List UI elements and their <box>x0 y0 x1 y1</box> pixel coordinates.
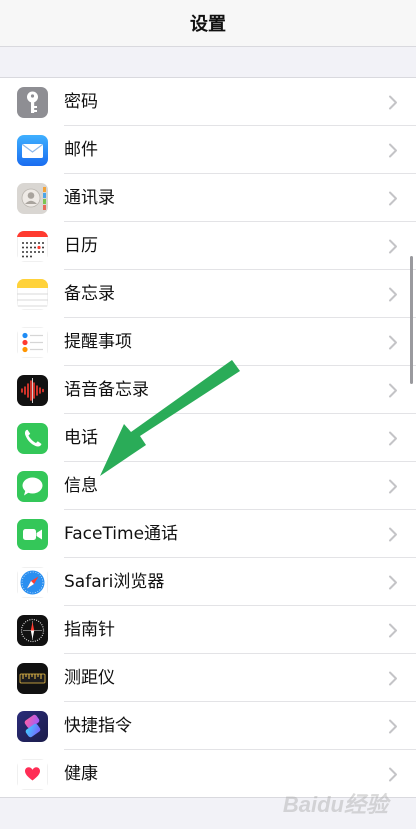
chevron-right-icon <box>388 719 398 734</box>
settings-row-measure[interactable]: 测距仪 <box>0 654 416 702</box>
settings-row-label: 健康 <box>64 764 98 784</box>
settings-row-label: 测距仪 <box>64 668 115 688</box>
safari-icon <box>17 567 48 598</box>
chevron-right-icon <box>388 239 398 254</box>
settings-row-label: FaceTime通话 <box>64 524 179 544</box>
chevron-right-icon <box>388 479 398 494</box>
nav-bar: 设置 <box>0 0 416 47</box>
chevron-right-icon <box>388 671 398 686</box>
chevron-right-icon <box>388 575 398 590</box>
watermark-logo: Baidu经验 <box>282 792 388 817</box>
chevron-right-icon <box>388 287 398 302</box>
chevron-right-icon <box>388 383 398 398</box>
chevron-right-icon <box>388 431 398 446</box>
scrollbar[interactable] <box>410 256 413 384</box>
settings-list: 密码 邮件 通讯录 日历 备忘录 提醒事项 语音备忘录 电话 信息 FaceTi… <box>0 77 416 798</box>
settings-row-label: 提醒事项 <box>64 332 132 352</box>
reminders-icon <box>17 327 48 358</box>
settings-row-label: 日历 <box>64 236 98 256</box>
settings-row-label: 指南针 <box>64 620 115 640</box>
key-icon <box>17 87 48 118</box>
settings-row-facetime[interactable]: FaceTime通话 <box>0 510 416 558</box>
settings-row-notes[interactable]: 备忘录 <box>0 270 416 318</box>
page-title: 设置 <box>190 14 226 35</box>
settings-row-label: 通讯录 <box>64 188 115 208</box>
chevron-right-icon <box>388 335 398 350</box>
settings-row-safari[interactable]: Safari浏览器 <box>0 558 416 606</box>
chevron-right-icon <box>388 95 398 110</box>
settings-row-contacts[interactable]: 通讯录 <box>0 174 416 222</box>
settings-row-phone[interactable]: 电话 <box>0 414 416 462</box>
settings-row-label: 备忘录 <box>64 284 115 304</box>
settings-row-reminders[interactable]: 提醒事项 <box>0 318 416 366</box>
calendar-icon <box>17 231 48 262</box>
contacts-icon <box>17 183 48 214</box>
settings-row-label: Safari浏览器 <box>64 572 165 592</box>
settings-row-label: 语音备忘录 <box>64 380 149 400</box>
compass-icon <box>17 615 48 646</box>
settings-row-messages[interactable]: 信息 <box>0 462 416 510</box>
messages-icon <box>17 471 48 502</box>
settings-row-mail[interactable]: 邮件 <box>0 126 416 174</box>
settings-row-voice-memos[interactable]: 语音备忘录 <box>0 366 416 414</box>
settings-row-shortcuts[interactable]: 快捷指令 <box>0 702 416 750</box>
chevron-right-icon <box>388 191 398 206</box>
chevron-right-icon <box>388 527 398 542</box>
settings-row-label: 电话 <box>64 428 98 448</box>
chevron-right-icon <box>388 623 398 638</box>
settings-row-label: 快捷指令 <box>64 716 132 736</box>
settings-row-calendar[interactable]: 日历 <box>0 222 416 270</box>
chevron-right-icon <box>388 767 398 782</box>
measure-icon <box>17 663 48 694</box>
voice-memos-icon <box>17 375 48 406</box>
notes-icon <box>17 279 48 310</box>
settings-row-label: 信息 <box>64 476 98 496</box>
shortcuts-icon <box>17 711 48 742</box>
chevron-right-icon <box>388 143 398 158</box>
mail-icon <box>17 135 48 166</box>
phone-icon <box>17 423 48 454</box>
health-icon <box>17 759 48 790</box>
facetime-icon <box>17 519 48 550</box>
settings-row-passwords[interactable]: 密码 <box>0 78 416 126</box>
settings-row-label: 邮件 <box>64 140 98 160</box>
settings-row-compass[interactable]: 指南针 <box>0 606 416 654</box>
settings-row-label: 密码 <box>64 92 98 112</box>
